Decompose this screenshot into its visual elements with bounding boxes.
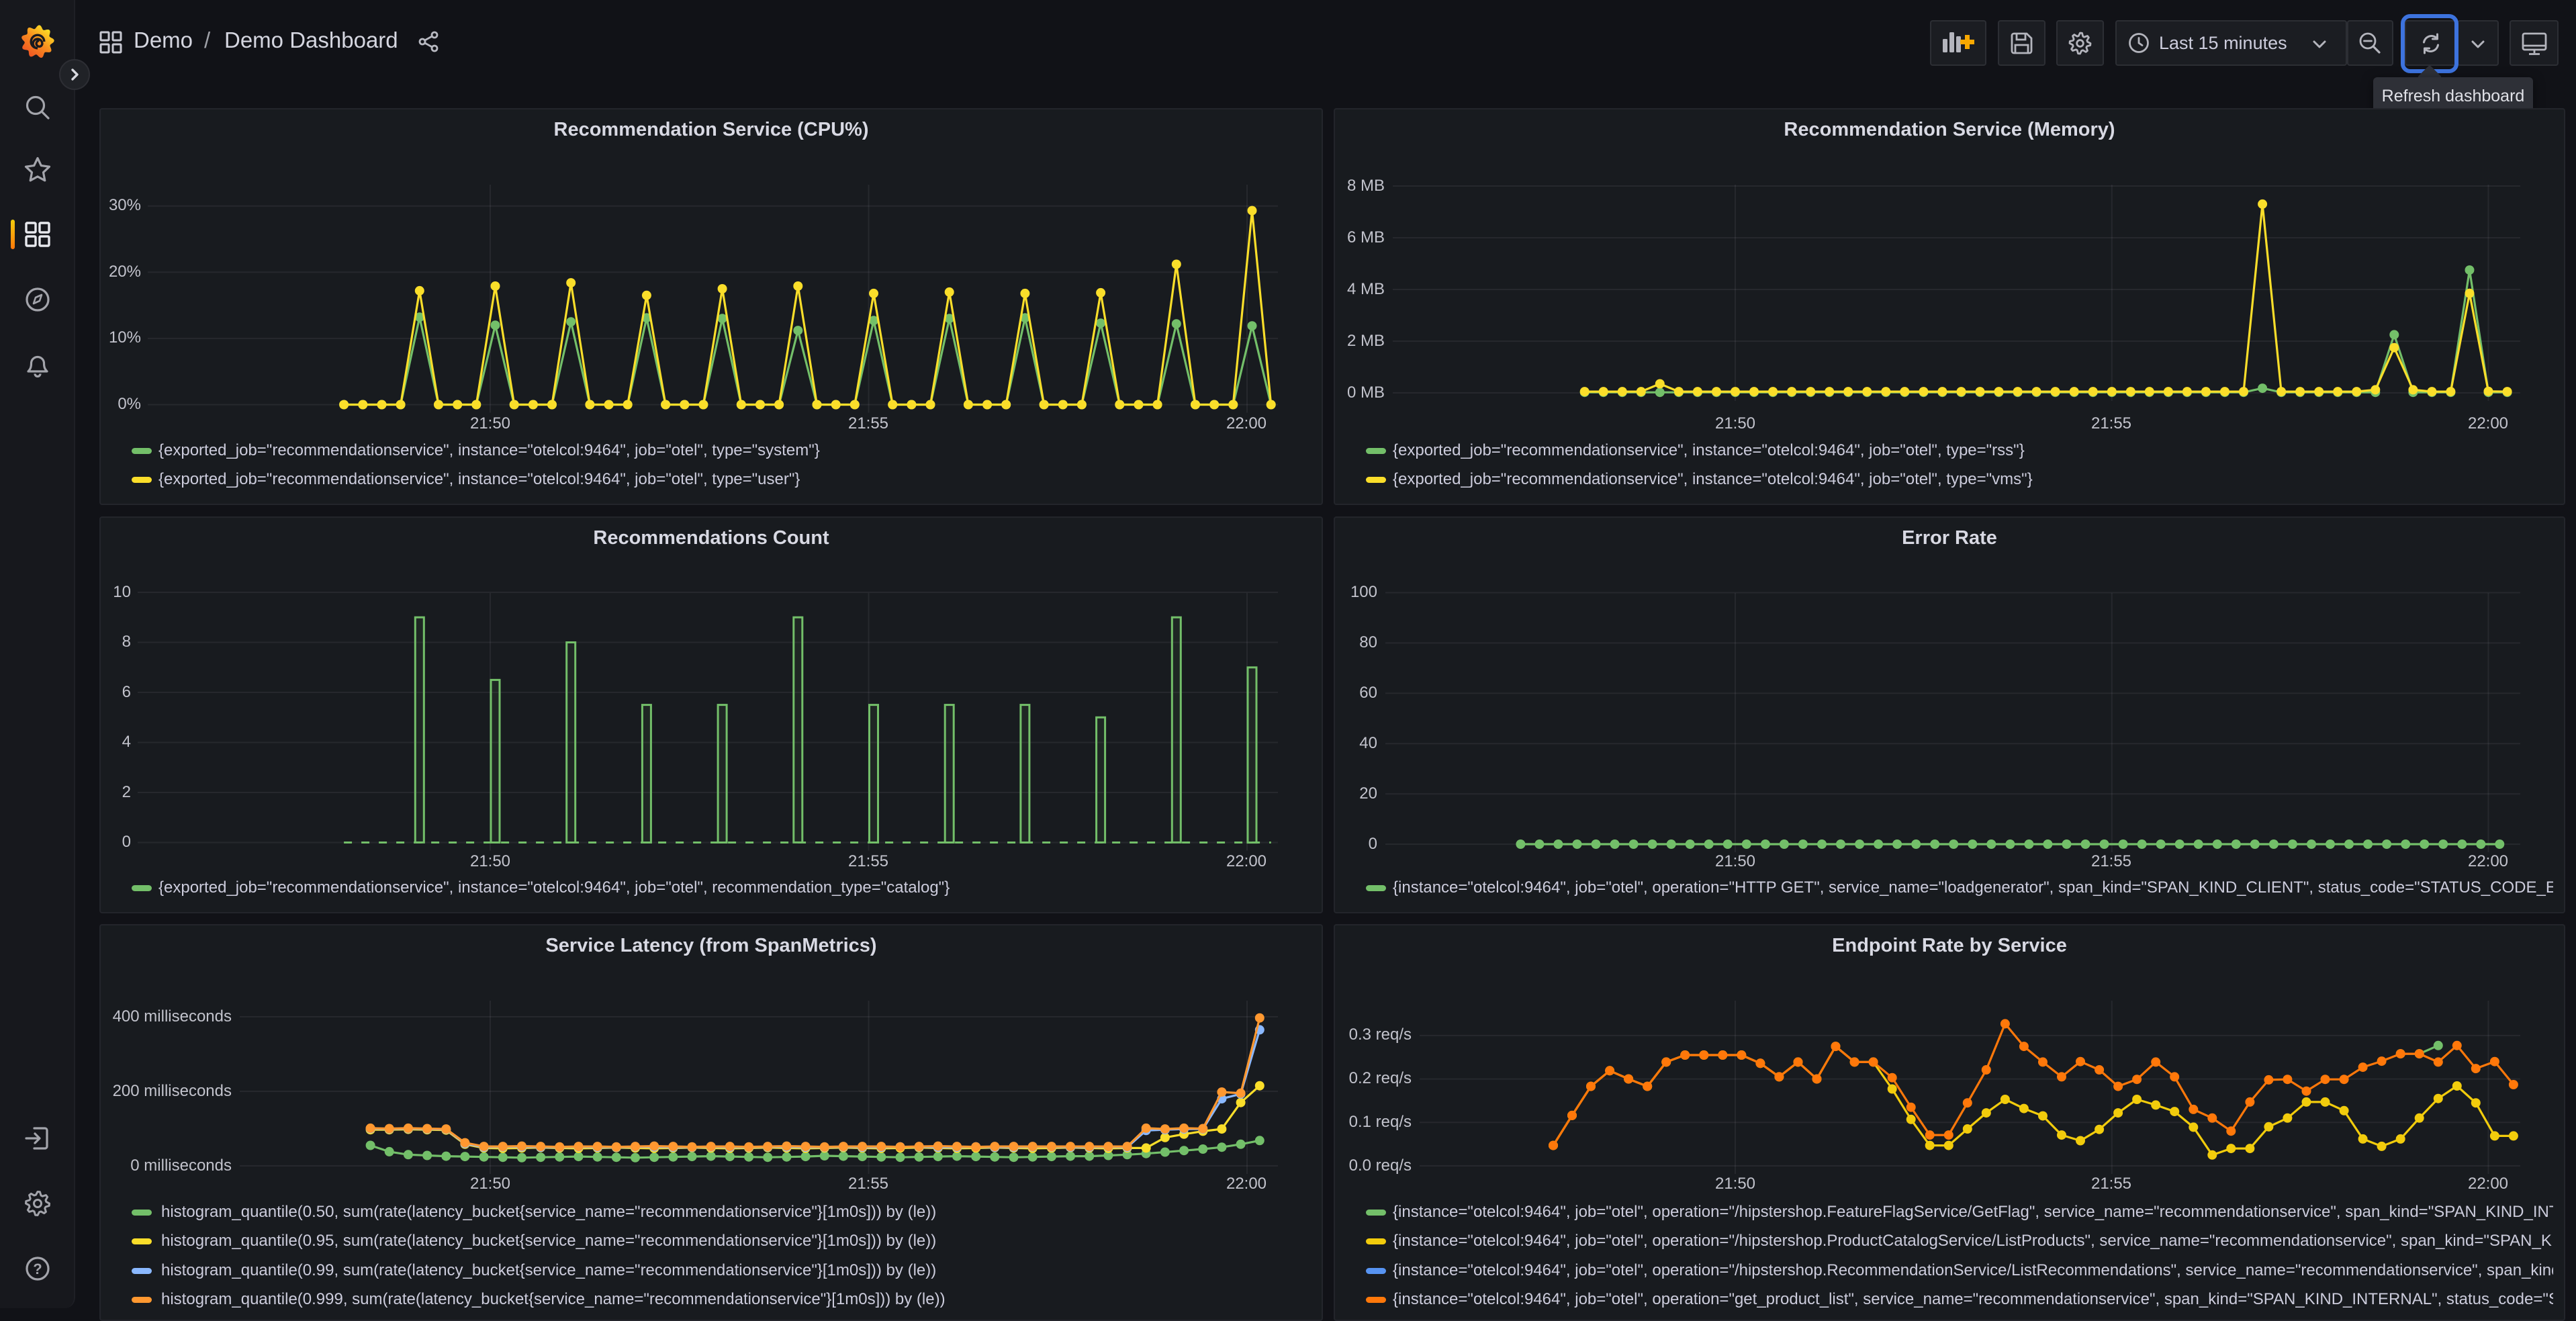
svg-text:?: ?: [33, 1261, 42, 1277]
